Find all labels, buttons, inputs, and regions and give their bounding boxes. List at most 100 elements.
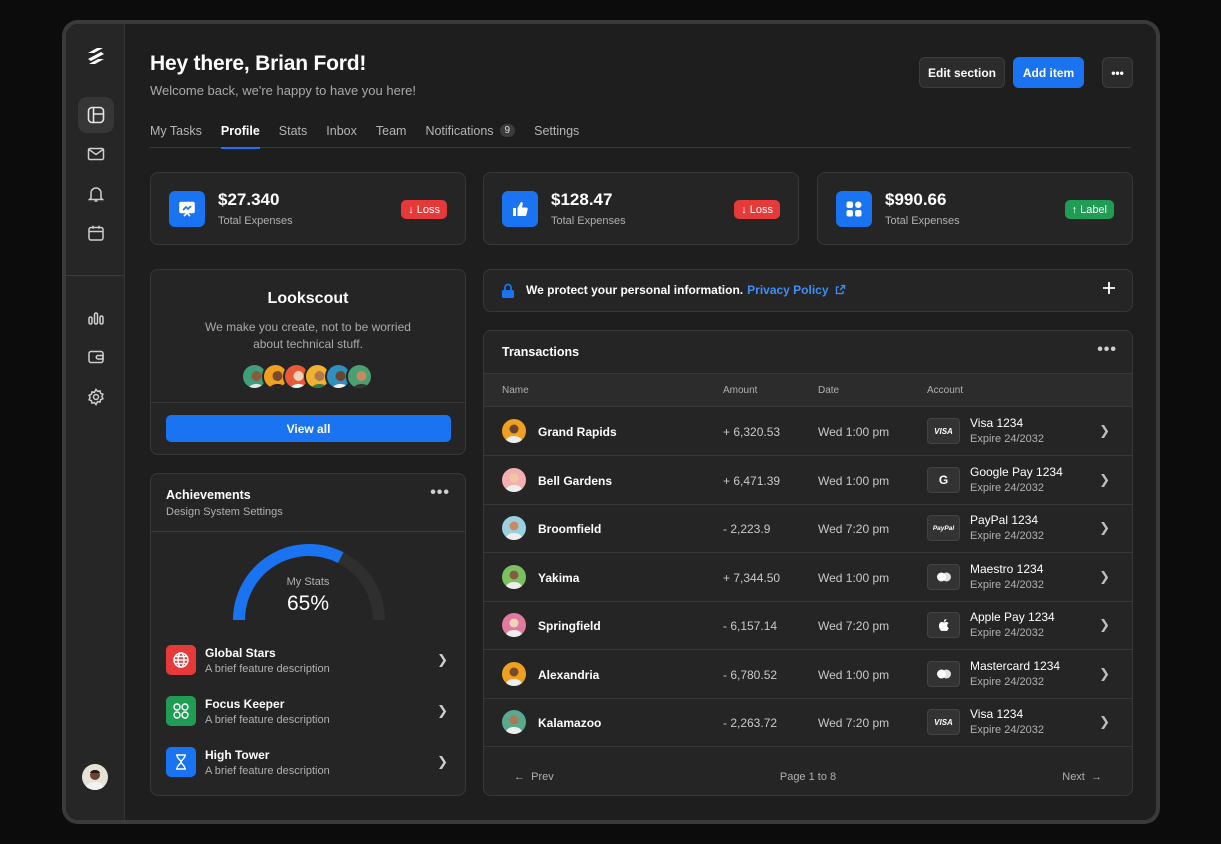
row-amount: - 2,223.9 bbox=[723, 522, 771, 536]
row-account: Mastercard 1234 bbox=[970, 658, 1061, 673]
chevron-right-icon[interactable]: ❯ bbox=[437, 652, 448, 668]
next-label: Next bbox=[1062, 771, 1085, 783]
row-account: Maestro 1234 bbox=[970, 561, 1044, 576]
row-date: Wed 7:20 pm bbox=[818, 716, 890, 730]
tab-inbox[interactable]: Inbox bbox=[326, 122, 357, 148]
chevron-right-icon[interactable]: ❯ bbox=[1099, 472, 1110, 488]
tab-settings[interactable]: Settings bbox=[534, 122, 579, 148]
wallet-icon[interactable] bbox=[78, 339, 114, 375]
card-title: Transactions bbox=[502, 345, 580, 359]
status-badge: ↑ Label bbox=[1064, 200, 1114, 219]
chevron-right-icon[interactable]: ❯ bbox=[1099, 569, 1110, 585]
stat-value: $128.47 bbox=[551, 190, 613, 209]
lookscout-card: Lookscout We make you create, not to be … bbox=[150, 269, 466, 455]
row-date: Wed 7:20 pm bbox=[818, 522, 890, 536]
external-link-icon[interactable] bbox=[835, 284, 846, 298]
row-date: Wed 1:00 pm bbox=[818, 570, 890, 585]
tab-stats[interactable]: Stats bbox=[279, 122, 308, 148]
arrow-down-icon: ↓ bbox=[408, 203, 414, 216]
stat-value: $27.340 bbox=[218, 190, 280, 209]
sidebar bbox=[66, 24, 125, 820]
avatar bbox=[502, 419, 526, 443]
row-date: Wed 1:00 pm bbox=[818, 667, 890, 682]
table-row[interactable]: Yakima + 7,344.50 Wed 1:00 pm Maestro 1234 E… bbox=[484, 553, 1132, 602]
more-options-icon[interactable]: ••• bbox=[1097, 341, 1117, 359]
achievement-item[interactable]: Focus Keeper A brief feature description… bbox=[166, 696, 450, 730]
mail-icon[interactable] bbox=[78, 136, 114, 172]
stat-card: $27.340 Total Expenses ↓ Loss bbox=[150, 172, 466, 245]
tab-my-tasks[interactable]: My Tasks bbox=[150, 122, 202, 148]
status-badge: ↓ Loss bbox=[401, 200, 447, 219]
user-avatar[interactable] bbox=[82, 764, 108, 790]
bell-icon[interactable] bbox=[78, 176, 114, 212]
row-account: Visa 1234 bbox=[970, 707, 1024, 721]
table-row[interactable]: Alexandria - 6,780.52 Wed 1:00 pm Mastercar… bbox=[484, 650, 1132, 699]
achievement-description: A brief feature description bbox=[205, 765, 330, 777]
stat-label: Total Expenses bbox=[885, 215, 960, 227]
row-amount: - 6,157.14 bbox=[723, 619, 778, 633]
row-expiry: Expire 24/2032 bbox=[970, 627, 1044, 639]
more-options-button[interactable]: ••• bbox=[1102, 57, 1133, 88]
table-header: Name Amount Date Account bbox=[484, 373, 1132, 407]
row-expiry: Expire 24/2032 bbox=[970, 578, 1044, 591]
chevron-right-icon[interactable]: ❯ bbox=[437, 754, 448, 770]
page-subtitle: Welcome back, we're happy to have you he… bbox=[150, 83, 416, 98]
chevron-right-icon[interactable]: ❯ bbox=[1099, 714, 1110, 730]
avatar bbox=[502, 661, 526, 686]
card-description: We make you create, not to be worried ab… bbox=[205, 320, 411, 351]
table-row[interactable]: Bell Gardens + 6,471.39 Wed 1:00 pm G Google… bbox=[484, 456, 1132, 505]
bar-chart-icon[interactable] bbox=[78, 300, 114, 336]
more-options-icon[interactable]: ••• bbox=[430, 484, 450, 502]
tab-profile[interactable]: Profile bbox=[220, 122, 260, 149]
achievement-title: Focus Keeper bbox=[205, 697, 285, 711]
grid-apps-icon bbox=[836, 191, 872, 227]
payment-logo-icon: PayPal bbox=[927, 515, 960, 541]
row-amount: + 6,320.53 bbox=[723, 425, 781, 439]
table-row[interactable]: Broomfield - 2,223.9 Wed 7:20 pm PayPal PayP… bbox=[484, 504, 1132, 553]
pagination: ← Prev Page 1 to 8 Next → bbox=[484, 763, 1132, 795]
plus-icon[interactable] bbox=[1102, 281, 1116, 300]
tab-team[interactable]: Team bbox=[376, 122, 407, 148]
table-row[interactable]: Springfield - 6,157.14 Wed 7:20 pm Apple Pa… bbox=[484, 601, 1132, 650]
add-item-button[interactable]: Add item bbox=[1013, 57, 1084, 88]
edit-section-button[interactable]: Edit section bbox=[919, 57, 1005, 88]
chevron-right-icon[interactable]: ❯ bbox=[437, 703, 448, 719]
next-button[interactable]: Next → bbox=[1062, 771, 1102, 783]
table-row[interactable]: Grand Rapids + 6,320.53 Wed 1:00 pm VISA Vis… bbox=[484, 407, 1132, 456]
tab-bar: My Tasks Profile Stats Inbox Team Notifi… bbox=[150, 122, 1131, 149]
badge-label: Loss bbox=[416, 203, 440, 216]
dashboard-icon[interactable] bbox=[78, 97, 114, 133]
row-amount: - 6,780.52 bbox=[723, 667, 778, 682]
chevron-right-icon[interactable]: ❯ bbox=[1099, 423, 1110, 439]
privacy-banner: We protect your personal information. Pri… bbox=[483, 269, 1133, 312]
row-account: PayPal 1234 bbox=[970, 513, 1039, 527]
row-name: Alexandria bbox=[538, 667, 600, 682]
app-frame: Hey there, Brian Ford! Welcome back, we'… bbox=[62, 20, 1160, 824]
thumbs-up-icon bbox=[502, 191, 538, 227]
avatar-group bbox=[241, 363, 381, 391]
main-content: Hey there, Brian Ford! Welcome back, we'… bbox=[126, 24, 1156, 820]
gear-icon[interactable] bbox=[78, 379, 114, 415]
achievement-item[interactable]: Global Stars A brief feature description… bbox=[166, 645, 450, 679]
chevron-right-icon[interactable]: ❯ bbox=[1099, 520, 1110, 536]
calendar-icon[interactable] bbox=[78, 215, 114, 251]
avatar[interactable] bbox=[346, 363, 373, 390]
view-all-button[interactable]: View all bbox=[166, 415, 451, 442]
row-name: Kalamazoo bbox=[538, 716, 602, 730]
tab-notifications[interactable]: Notifications 9 bbox=[425, 122, 516, 148]
privacy-policy-link[interactable]: Privacy Policy bbox=[747, 283, 828, 297]
achievement-description: A brief feature description bbox=[205, 714, 330, 726]
chevron-right-icon[interactable]: ❯ bbox=[1099, 617, 1110, 633]
achievement-item[interactable]: High Tower A brief feature description ❯ bbox=[166, 747, 450, 781]
status-badge: ↓ Loss bbox=[734, 200, 780, 219]
logo-icon[interactable] bbox=[78, 38, 114, 74]
chevron-right-icon[interactable]: ❯ bbox=[1099, 666, 1110, 682]
gauge-label: My Stats bbox=[286, 576, 330, 588]
table-row[interactable]: Kalamazoo - 2,263.72 Wed 7:20 pm VISA Visa 1… bbox=[484, 698, 1132, 747]
privacy-text: We protect your personal information. Pri… bbox=[526, 283, 846, 298]
tab-label: Profile bbox=[220, 124, 260, 138]
row-expiry: Expire 24/2032 bbox=[970, 675, 1044, 688]
badge-label: Label bbox=[1080, 203, 1107, 216]
achievements-card: Achievements Design System Settings ••• … bbox=[150, 473, 466, 796]
page-indicator: Page 1 to 8 bbox=[779, 771, 837, 783]
